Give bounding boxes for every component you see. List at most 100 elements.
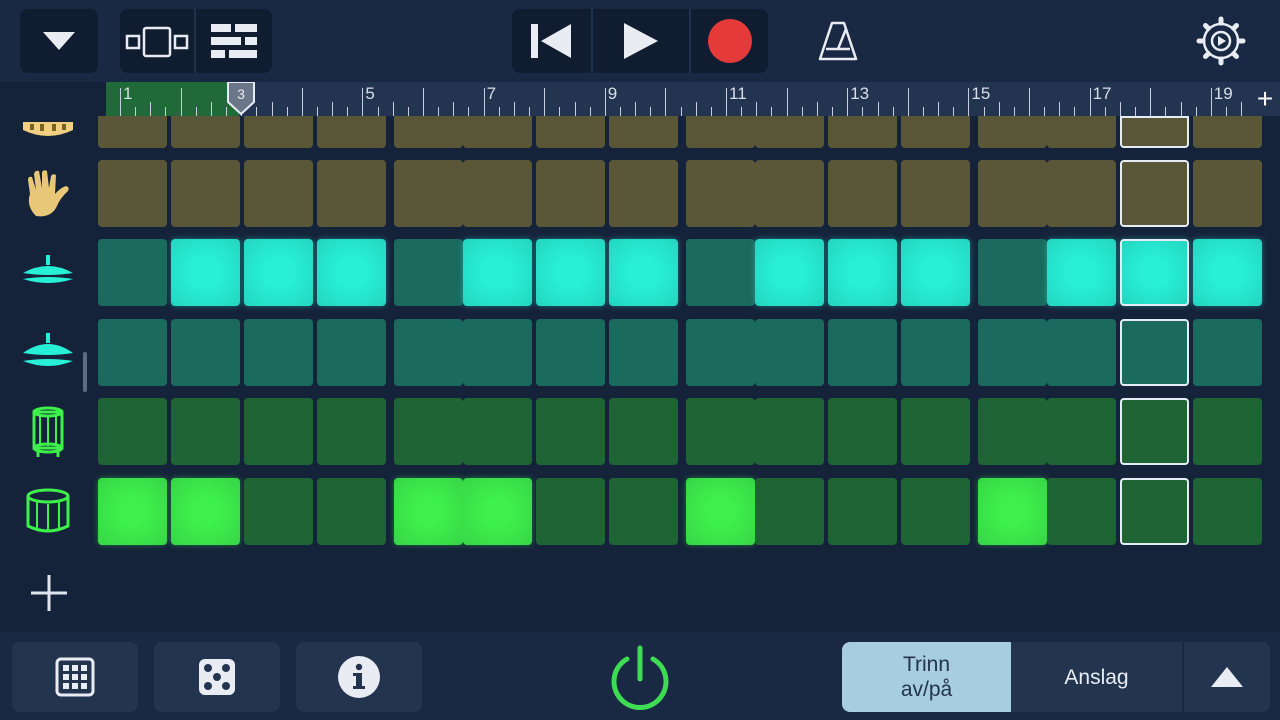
step-cell-closed-hi-hat-12[interactable] [901,239,970,306]
step-cell-tambourine-15[interactable] [1120,116,1189,148]
step-cell-snare-16[interactable] [1193,398,1262,465]
step-cell-hand-clap-6[interactable] [463,160,532,227]
record-button[interactable] [691,9,768,73]
add-row-button[interactable] [22,568,76,618]
step-cell-kick-14[interactable] [1047,478,1116,545]
step-cell-snare-5[interactable] [394,398,463,465]
step-cell-kick-9[interactable] [686,478,755,545]
step-cell-closed-hi-hat-10[interactable] [755,239,824,306]
step-cell-open-hi-hat-15[interactable] [1120,319,1189,386]
step-cell-open-hi-hat-4[interactable] [317,319,386,386]
scroll-indicator[interactable] [83,352,87,392]
tracks-list-button[interactable] [196,9,272,73]
expand-button[interactable] [1184,642,1270,712]
step-cell-hand-clap-14[interactable] [1047,160,1116,227]
step-cell-hand-clap-15[interactable] [1120,160,1189,227]
randomize-button[interactable] [154,642,280,712]
step-cell-snare-12[interactable] [901,398,970,465]
step-cell-hand-clap-11[interactable] [828,160,897,227]
step-cell-tambourine-9[interactable] [686,116,755,148]
step-cell-closed-hi-hat-15[interactable] [1120,239,1189,306]
step-cell-closed-hi-hat-3[interactable] [244,239,313,306]
step-cell-hand-clap-10[interactable] [755,160,824,227]
step-cell-snare-3[interactable] [244,398,313,465]
step-cell-kick-15[interactable] [1120,478,1189,545]
power-button[interactable] [600,638,680,718]
step-cell-open-hi-hat-1[interactable] [98,319,167,386]
step-cell-kick-16[interactable] [1193,478,1262,545]
step-cell-tambourine-2[interactable] [171,116,240,148]
step-cell-kick-12[interactable] [901,478,970,545]
go-to-start-button[interactable] [512,9,590,73]
step-cell-kick-4[interactable] [317,478,386,545]
tambourine-icon[interactable] [18,116,78,148]
play-button[interactable] [593,9,689,73]
step-cell-snare-6[interactable] [463,398,532,465]
step-cell-open-hi-hat-6[interactable] [463,319,532,386]
step-cell-hand-clap-8[interactable] [609,160,678,227]
browser-button[interactable] [20,9,98,73]
step-cell-closed-hi-hat-13[interactable] [978,239,1047,306]
step-cell-closed-hi-hat-9[interactable] [686,239,755,306]
step-cell-open-hi-hat-13[interactable] [978,319,1047,386]
step-cell-kick-7[interactable] [536,478,605,545]
step-cell-open-hi-hat-8[interactable] [609,319,678,386]
pattern-grid-button[interactable] [12,642,138,712]
hand-clap-icon[interactable] [18,160,78,227]
settings-button[interactable] [1190,9,1252,73]
step-cell-hand-clap-1[interactable] [98,160,167,227]
step-cell-tambourine-12[interactable] [901,116,970,148]
step-cell-snare-14[interactable] [1047,398,1116,465]
step-cell-hand-clap-9[interactable] [686,160,755,227]
step-cell-snare-10[interactable] [755,398,824,465]
step-cell-snare-11[interactable] [828,398,897,465]
step-cell-closed-hi-hat-5[interactable] [394,239,463,306]
step-cell-open-hi-hat-9[interactable] [686,319,755,386]
step-cell-hand-clap-4[interactable] [317,160,386,227]
step-cell-hand-clap-13[interactable] [978,160,1047,227]
kick-drum-icon[interactable] [18,478,78,545]
track-view-button[interactable] [120,9,194,73]
step-cell-tambourine-7[interactable] [536,116,605,148]
info-button[interactable] [296,642,422,712]
step-cell-tambourine-16[interactable] [1193,116,1262,148]
step-cell-tambourine-1[interactable] [98,116,167,148]
step-cell-snare-8[interactable] [609,398,678,465]
step-cell-snare-1[interactable] [98,398,167,465]
step-cell-open-hi-hat-2[interactable] [171,319,240,386]
step-cell-kick-13[interactable] [978,478,1047,545]
step-cell-tambourine-10[interactable] [755,116,824,148]
step-cell-open-hi-hat-7[interactable] [536,319,605,386]
step-cell-kick-8[interactable] [609,478,678,545]
step-cell-tambourine-14[interactable] [1047,116,1116,148]
step-cell-tambourine-5[interactable] [394,116,463,148]
step-cell-tambourine-4[interactable] [317,116,386,148]
step-cell-open-hi-hat-16[interactable] [1193,319,1262,386]
step-cell-closed-hi-hat-14[interactable] [1047,239,1116,306]
step-cell-closed-hi-hat-4[interactable] [317,239,386,306]
step-cell-hand-clap-2[interactable] [171,160,240,227]
snare-drum-icon[interactable] [18,398,78,465]
step-cell-kick-2[interactable] [171,478,240,545]
step-cell-kick-11[interactable] [828,478,897,545]
velocity-segment[interactable]: Anslag [1011,642,1182,712]
step-cell-hand-clap-3[interactable] [244,160,313,227]
step-cell-closed-hi-hat-8[interactable] [609,239,678,306]
step-cell-tambourine-13[interactable] [978,116,1047,148]
step-cell-kick-1[interactable] [98,478,167,545]
step-cell-snare-2[interactable] [171,398,240,465]
timeline-ruler[interactable]: 1 5 7 9 11 13 15 17 19 3 + [106,82,1280,116]
step-cell-hand-clap-5[interactable] [394,160,463,227]
step-cell-kick-6[interactable] [463,478,532,545]
add-section-button[interactable]: + [1250,82,1280,116]
step-cell-tambourine-8[interactable] [609,116,678,148]
step-cell-kick-5[interactable] [394,478,463,545]
step-cell-open-hi-hat-14[interactable] [1047,319,1116,386]
step-cell-snare-7[interactable] [536,398,605,465]
step-cell-kick-3[interactable] [244,478,313,545]
step-cell-closed-hi-hat-16[interactable] [1193,239,1262,306]
step-cell-tambourine-6[interactable] [463,116,532,148]
step-cell-snare-15[interactable] [1120,398,1189,465]
step-cell-open-hi-hat-5[interactable] [394,319,463,386]
step-cell-hand-clap-12[interactable] [901,160,970,227]
